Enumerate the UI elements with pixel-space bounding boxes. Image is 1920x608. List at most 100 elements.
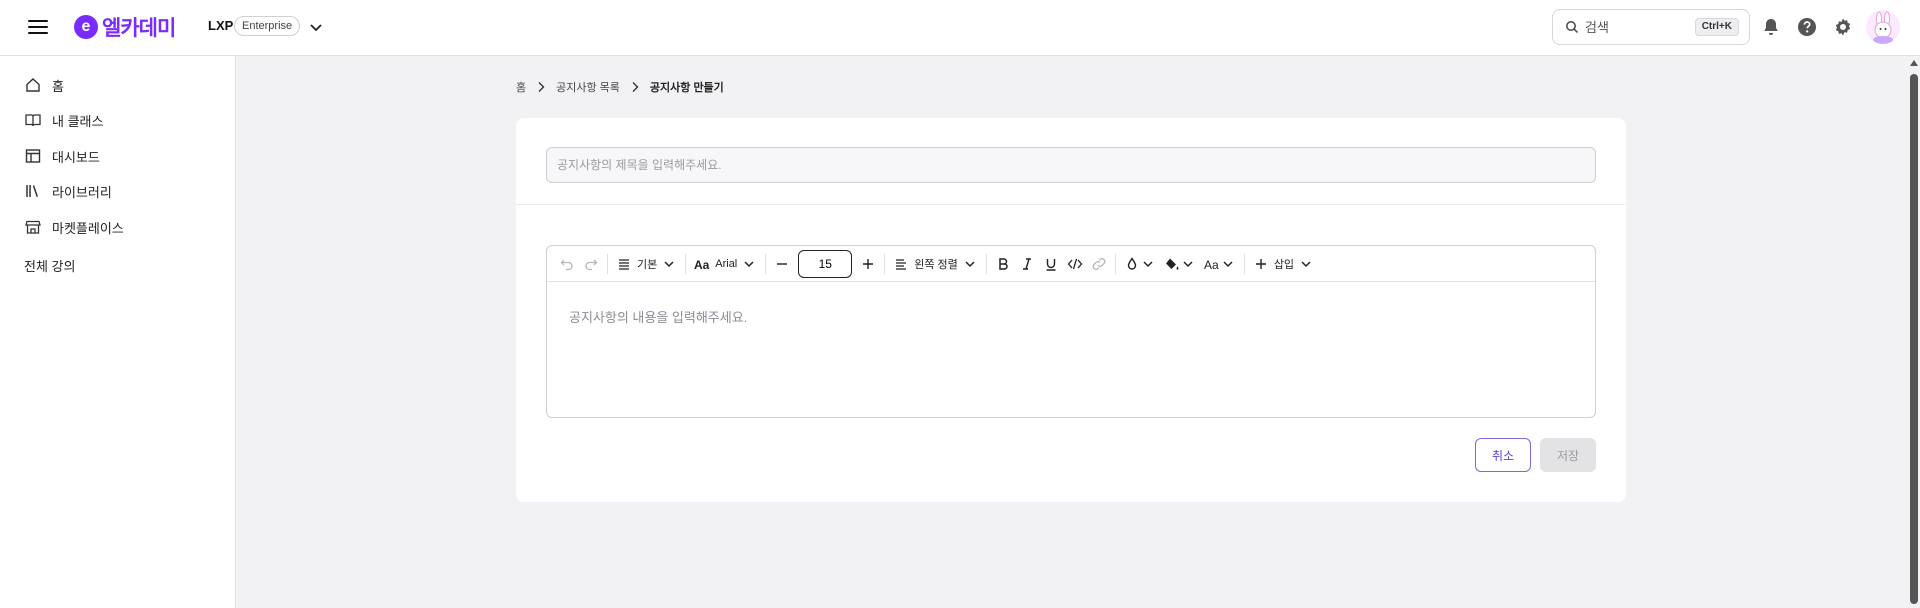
font-family-label: Arial — [715, 257, 738, 270]
search-shortcut: Ctrl+K — [1694, 18, 1739, 36]
library-icon — [26, 185, 39, 197]
italic-icon — [1022, 257, 1031, 270]
background-color-dropdown[interactable] — [1160, 250, 1200, 278]
breadcrumb-current: 공지사항 만들기 — [649, 82, 724, 94]
scroll-thumb[interactable] — [1910, 74, 1918, 604]
avatar[interactable] — [1866, 10, 1900, 44]
underline-icon — [1046, 258, 1056, 271]
toolbar-separator — [685, 253, 687, 274]
toolbar-separator — [1243, 253, 1245, 274]
sidebar-item-marketplace[interactable]: 마켓플레이스 — [24, 215, 124, 239]
font-family-dropdown[interactable]: Aa Arial — [690, 250, 761, 278]
code-icon — [1067, 258, 1083, 269]
breadcrumb-home[interactable]: 홈 — [516, 79, 526, 95]
bold-button[interactable] — [991, 250, 1015, 278]
font-size-decrease-button[interactable] — [770, 250, 794, 278]
bell-icon[interactable] — [1760, 16, 1782, 38]
edition-badge: Enterprise — [234, 16, 301, 36]
toolbar-separator — [985, 253, 987, 274]
notice-form-card: 기본 Aa Arial 왼쪽 정렬 — [516, 118, 1626, 502]
sidebar-item-label: 홈 — [52, 78, 64, 94]
droplet-icon — [1127, 256, 1137, 270]
block-style-dropdown[interactable]: 기본 — [612, 250, 681, 278]
italic-button[interactable] — [1015, 250, 1039, 278]
insert-label: 삽입 — [1273, 258, 1295, 271]
text-color-dropdown[interactable] — [1120, 250, 1160, 278]
chevron-down-icon[interactable] — [308, 19, 324, 35]
undo-icon — [560, 259, 573, 270]
chevron-right-icon — [632, 82, 639, 92]
title-input[interactable] — [546, 147, 1596, 183]
toolbar-separator — [765, 253, 767, 274]
cancel-button[interactable]: 취소 — [1475, 438, 1531, 472]
block-style-label: 기본 — [637, 258, 658, 271]
logo-mark: e — [74, 15, 98, 39]
toolbar-separator — [607, 253, 608, 274]
undo-button[interactable] — [555, 250, 579, 278]
code-button[interactable] — [1063, 250, 1087, 278]
chevron-down-icon — [1143, 260, 1153, 267]
save-button[interactable]: 저장 — [1540, 438, 1596, 472]
home-icon — [26, 78, 40, 92]
search-box[interactable]: Ctrl+K — [1552, 9, 1750, 45]
top-header: e 엘카데미 LXP Enterprise Ctrl+K — [0, 0, 1920, 56]
breadcrumb: 홈 공지사항 목록 공지사항 만들기 — [516, 78, 724, 96]
svg-text:Aa: Aa — [694, 258, 710, 272]
insert-dropdown[interactable]: 삽입 — [1249, 250, 1318, 278]
chevron-down-icon — [1223, 260, 1233, 267]
align-dropdown[interactable]: 왼쪽 정렬 — [889, 250, 982, 278]
sidebar-item-label: 대시보드 — [52, 149, 100, 165]
book-open-icon — [25, 114, 41, 127]
avatar-bunny-icon — [1873, 11, 1893, 44]
toolbar-separator — [1114, 253, 1116, 274]
search-icon — [1566, 21, 1579, 34]
content-placeholder: 공지사항의 내용을 입력해주세요. — [569, 310, 748, 325]
link-icon — [1092, 257, 1106, 270]
logo-text: 엘카데미 — [102, 17, 176, 40]
logo[interactable]: e 엘카데미 — [74, 13, 176, 41]
link-button[interactable] — [1087, 250, 1111, 278]
plus-icon — [1255, 258, 1266, 269]
search-input[interactable] — [1585, 18, 1685, 36]
underline-button[interactable] — [1039, 250, 1063, 278]
plus-icon — [863, 258, 874, 269]
font-size-input[interactable] — [798, 249, 853, 278]
redo-icon — [585, 259, 598, 270]
sidebar-item-home[interactable]: 홈 — [24, 73, 64, 97]
chevron-down-icon — [1301, 260, 1311, 267]
sidebar-item-label: 라이브러리 — [52, 184, 112, 200]
minus-icon — [777, 262, 788, 265]
help-icon[interactable] — [1796, 16, 1818, 38]
redo-button[interactable] — [579, 250, 603, 278]
page-scrollbar[interactable] — [1908, 56, 1920, 608]
sidebar-item-label: 마켓플레이스 — [52, 220, 124, 236]
scroll-up-arrow-icon[interactable] — [1910, 60, 1918, 66]
font-size-increase-button[interactable] — [856, 250, 880, 278]
gear-icon[interactable] — [1832, 16, 1854, 38]
bold-icon — [999, 257, 1008, 270]
divider — [516, 204, 1626, 205]
paint-bucket-icon — [1165, 258, 1179, 270]
chevron-down-icon — [664, 260, 674, 267]
text-format-dropdown[interactable]: Aa — [1200, 250, 1240, 278]
sidebar-item-library[interactable]: 라이브러리 — [24, 179, 112, 203]
sidebar-item-all-courses[interactable]: 전체 강의 — [24, 256, 75, 275]
layout-icon — [25, 149, 41, 163]
editor-content-area[interactable]: 공지사항의 내용을 입력해주세요. — [547, 283, 1595, 417]
align-left-icon — [896, 258, 907, 270]
breadcrumb-notice-list[interactable]: 공지사항 목록 — [556, 79, 620, 95]
font-icon: Aa — [694, 258, 710, 272]
rich-text-editor: 기본 Aa Arial 왼쪽 정렬 — [546, 245, 1596, 418]
svg-text:Aa: Aa — [1204, 258, 1219, 272]
sidebar-item-my-class[interactable]: 내 클래스 — [24, 108, 103, 132]
store-icon — [25, 220, 41, 234]
editor-toolbar: 기본 Aa Arial 왼쪽 정렬 — [547, 246, 1595, 282]
sidebar-item-label: 내 클래스 — [52, 113, 104, 129]
chevron-down-icon — [744, 260, 754, 267]
sidebar: 홈 내 클래스 대시보드 라이브러리 마켓플레이스 전체 강의 — [0, 56, 236, 608]
toolbar-separator — [884, 253, 886, 274]
chevron-right-icon — [538, 82, 545, 92]
sidebar-item-dashboard[interactable]: 대시보드 — [24, 144, 100, 168]
paragraph-icon — [619, 258, 629, 270]
menu-icon[interactable] — [28, 17, 48, 37]
